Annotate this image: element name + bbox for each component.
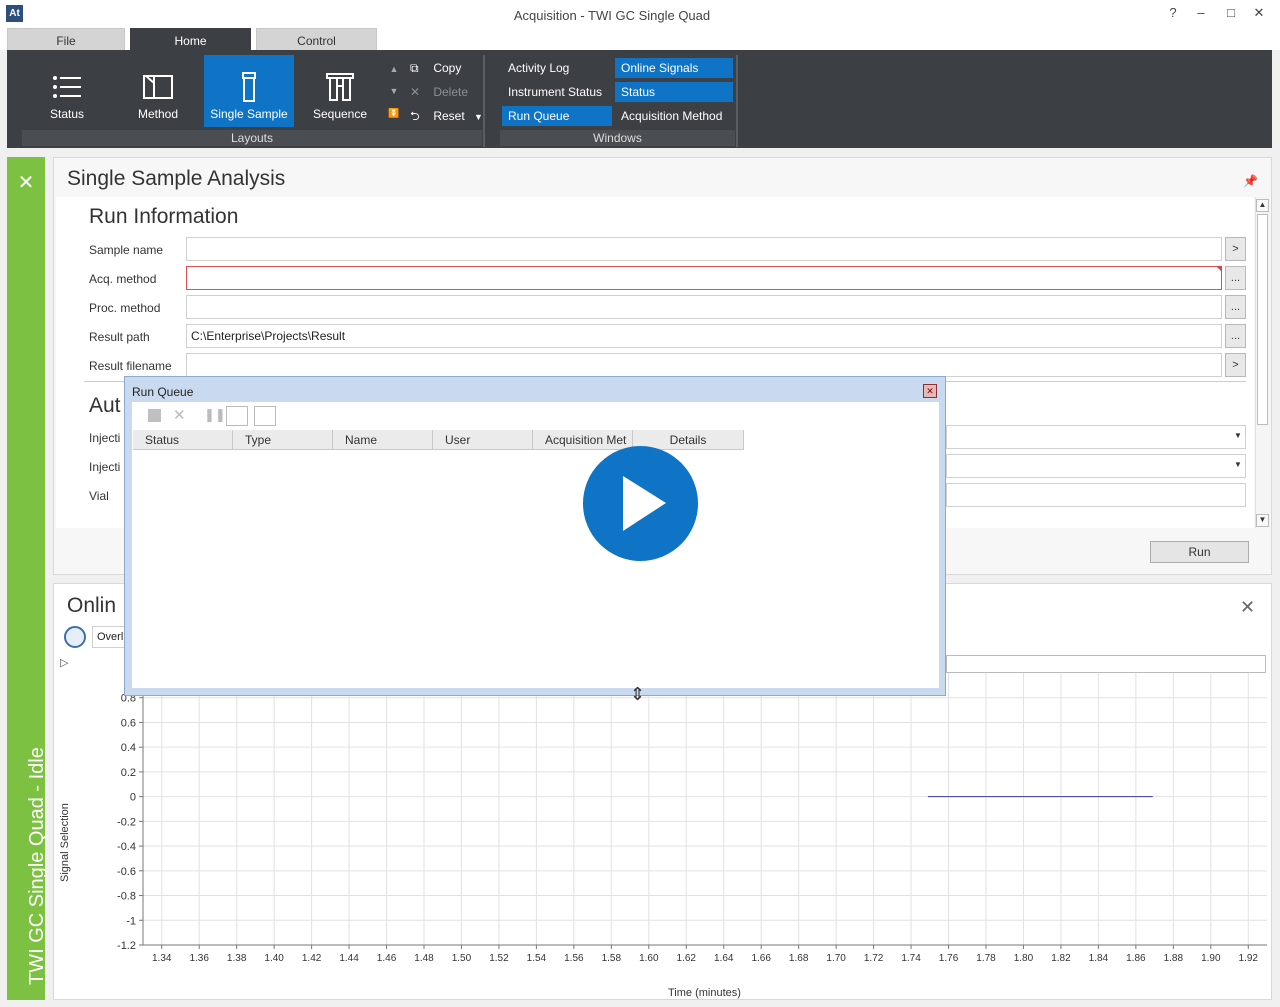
y-tick-label: 0 xyxy=(130,792,136,804)
x-tick-label: 1.66 xyxy=(751,953,771,964)
y-tick-label: -0.2 xyxy=(117,816,136,828)
x-tick-label: 1.80 xyxy=(1014,953,1034,964)
x-tick-label: 1.64 xyxy=(714,953,734,964)
play-button[interactable] xyxy=(583,446,698,561)
approve-queue-icon[interactable] xyxy=(254,406,276,426)
y-tick-label: -0.4 xyxy=(117,841,136,853)
y-tick-label: -0.8 xyxy=(117,891,136,903)
y-tick-label: -0.6 xyxy=(117,866,136,878)
x-tick-label: 1.70 xyxy=(826,953,846,964)
x-tick-label: 1.56 xyxy=(564,953,584,964)
x-tick-label: 1.50 xyxy=(452,953,472,964)
x-tick-label: 1.52 xyxy=(489,953,509,964)
play-icon xyxy=(623,476,666,531)
x-tick-label: 1.34 xyxy=(152,953,172,964)
y-tick-label: 0.6 xyxy=(121,717,136,729)
x-tick-label: 1.36 xyxy=(189,953,209,964)
x-tick-label: 1.72 xyxy=(864,953,884,964)
column-type[interactable]: Type xyxy=(233,430,333,450)
x-tick-label: 1.90 xyxy=(1201,953,1221,964)
x-tick-label: 1.78 xyxy=(976,953,996,964)
x-tick-label: 1.38 xyxy=(227,953,247,964)
column-user[interactable]: User xyxy=(433,430,533,450)
x-tick-label: 1.86 xyxy=(1126,953,1146,964)
close-icon[interactable]: ✕ xyxy=(923,384,937,398)
y-tick-label: 0.4 xyxy=(121,742,136,754)
x-tick-label: 1.88 xyxy=(1164,953,1184,964)
x-tick-label: 1.92 xyxy=(1239,953,1259,964)
search-queue-icon[interactable] xyxy=(226,406,248,426)
x-tick-label: 1.44 xyxy=(339,953,359,964)
resize-cursor-icon[interactable]: ⇕ xyxy=(630,684,645,705)
x-tick-label: 1.62 xyxy=(677,953,697,964)
x-tick-label: 1.74 xyxy=(901,953,921,964)
x-tick-label: 1.58 xyxy=(602,953,622,964)
y-axis-label: Signal Selection xyxy=(59,803,71,882)
column-name[interactable]: Name xyxy=(333,430,433,450)
x-tick-label: 1.48 xyxy=(414,953,434,964)
run-queue-title: Run Queue xyxy=(132,385,194,399)
y-tick-label: -1.2 xyxy=(117,940,136,952)
x-tick-label: 1.82 xyxy=(1051,953,1071,964)
x-tick-label: 1.46 xyxy=(377,953,397,964)
column-status[interactable]: Status xyxy=(133,430,233,450)
stop-icon[interactable] xyxy=(148,409,161,422)
x-tick-label: 1.60 xyxy=(639,953,659,964)
x-tick-label: 1.76 xyxy=(939,953,959,964)
y-tick-label: -1 xyxy=(126,915,136,927)
x-tick-label: 1.54 xyxy=(527,953,547,964)
x-tick-label: 1.42 xyxy=(302,953,322,964)
y-tick-label: 0.2 xyxy=(121,767,136,779)
x-tick-label: 1.84 xyxy=(1089,953,1109,964)
cancel-icon[interactable]: ✕ xyxy=(173,406,186,424)
x-tick-label: 1.40 xyxy=(264,953,284,964)
x-axis-label: Time (minutes) xyxy=(668,987,741,999)
x-tick-label: 1.68 xyxy=(789,953,809,964)
pause-icon[interactable]: ❚❚ xyxy=(204,407,226,423)
